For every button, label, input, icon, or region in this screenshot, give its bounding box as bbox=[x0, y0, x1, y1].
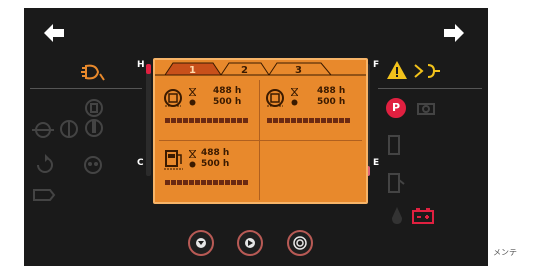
hourglass-icon bbox=[189, 150, 196, 158]
progress-bar bbox=[165, 180, 248, 185]
engine-icon bbox=[266, 89, 284, 107]
hours-interval: 500 h bbox=[213, 97, 242, 107]
gauge-label-f: F bbox=[373, 60, 380, 70]
right-divider bbox=[378, 88, 482, 89]
warning-triangle-icon bbox=[387, 61, 407, 79]
left-divider bbox=[30, 88, 142, 89]
parking-brake-icon: P bbox=[386, 98, 406, 118]
caption-text: メンテ bbox=[493, 248, 517, 257]
clock-icon bbox=[189, 99, 196, 106]
gauge-label-h: H bbox=[137, 60, 145, 70]
fuel-icon bbox=[388, 135, 400, 155]
battery-icon bbox=[412, 208, 434, 224]
tab-1[interactable]: 1 bbox=[189, 65, 196, 76]
target-button[interactable] bbox=[287, 230, 313, 256]
progress-bar bbox=[165, 118, 248, 123]
down-icon bbox=[196, 238, 206, 248]
arrow-left-icon bbox=[44, 24, 64, 42]
fuel-water-icon bbox=[388, 173, 405, 193]
maintenance-cell-2: 488 h 500 h bbox=[263, 82, 359, 138]
target-icon bbox=[293, 236, 307, 250]
work-light-icon bbox=[81, 64, 105, 81]
hours-interval: 500 h bbox=[317, 97, 346, 107]
camera-icon bbox=[417, 103, 435, 115]
clock-icon bbox=[291, 99, 298, 106]
coolant-gauge-red-marker bbox=[146, 64, 151, 74]
fuel-filter-icon bbox=[164, 150, 183, 170]
coolant-temp-icon bbox=[32, 122, 54, 138]
maintenance-cell-3: 488 h 500 h bbox=[161, 144, 257, 200]
gauge-label-c: C bbox=[137, 158, 144, 168]
swing-lock-icon bbox=[33, 189, 56, 201]
progress-bar bbox=[267, 118, 350, 123]
tab-2[interactable]: 2 bbox=[241, 65, 248, 76]
thermometer-icon bbox=[85, 119, 103, 137]
parking-label: P bbox=[391, 101, 401, 114]
arrow-right-icon bbox=[444, 24, 464, 42]
down-button[interactable] bbox=[188, 230, 214, 256]
hours-elapsed: 488 h bbox=[213, 86, 242, 96]
clock-icon bbox=[189, 161, 196, 168]
hydraulic-icon bbox=[392, 207, 402, 224]
gauge-label-e: E bbox=[373, 158, 380, 168]
play-icon bbox=[245, 238, 255, 248]
hours-elapsed: 488 h bbox=[317, 86, 346, 96]
engine-warning-icon bbox=[60, 120, 78, 138]
play-button[interactable] bbox=[237, 230, 263, 256]
grid-horizontal bbox=[159, 140, 362, 141]
glow-plug-icon bbox=[414, 64, 440, 78]
tab-3[interactable]: 3 bbox=[295, 65, 302, 76]
hourglass-icon bbox=[189, 88, 196, 96]
engine-oil-icon bbox=[85, 99, 103, 117]
hourglass-icon bbox=[291, 88, 298, 96]
tab-bar: 1 2 3 bbox=[155, 62, 366, 76]
coolant-temp-gauge bbox=[146, 64, 151, 176]
engine-icon bbox=[164, 89, 182, 107]
maintenance-cell-1: 488 h 500 h bbox=[161, 82, 257, 138]
transmission-icon bbox=[84, 156, 102, 174]
hours-elapsed: 488 h bbox=[201, 148, 230, 158]
lcd-screen: 1 2 3 488 h 500 h 488 h 500 h 488 h 500 … bbox=[153, 58, 368, 204]
rotation-icon bbox=[37, 154, 53, 173]
hours-interval: 500 h bbox=[201, 159, 230, 169]
